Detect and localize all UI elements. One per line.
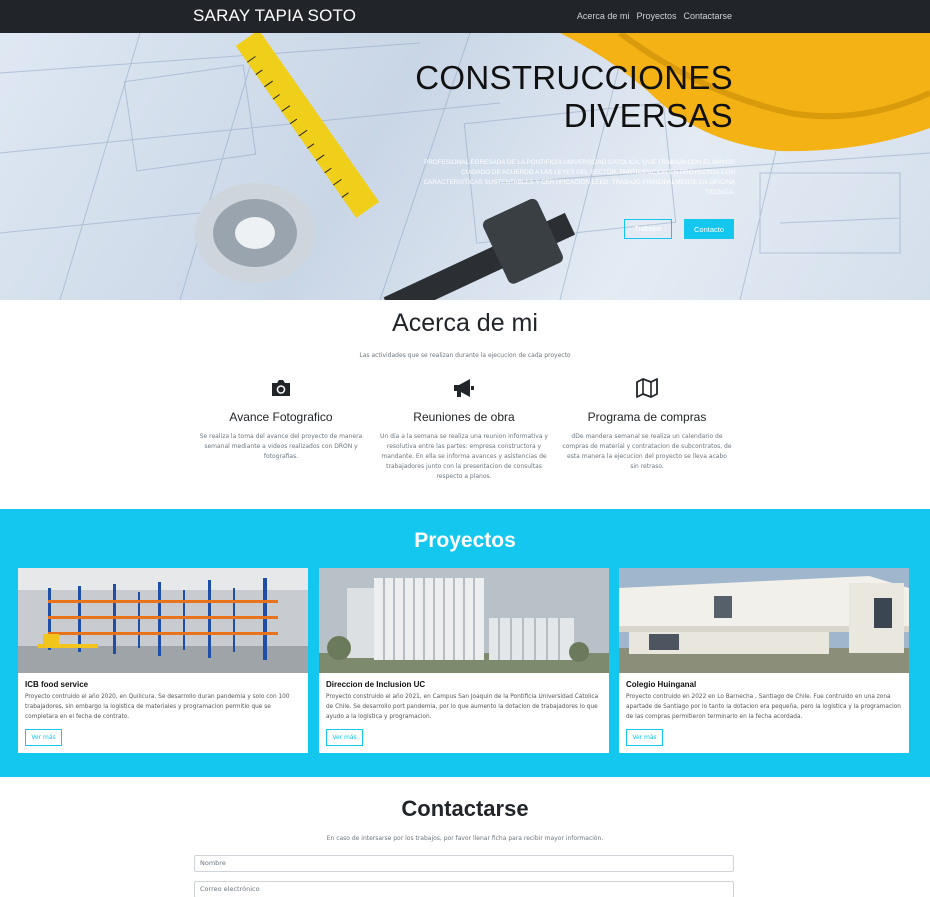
hero-title-line2: DIVERSAS — [563, 97, 733, 134]
project-text: Proyecto contruido el año 2020, en Quili… — [25, 694, 290, 720]
project-image-school — [619, 568, 909, 673]
feature-text: Se realiza la toma del avance del proyec… — [199, 433, 363, 460]
feature-text: dDe mandera semanal se realiza un calend… — [562, 433, 732, 470]
projects-title: Proyectos — [414, 529, 516, 552]
ver-mas-button[interactable]: Ver más — [326, 729, 363, 746]
feature-title: Programa de compras — [587, 410, 707, 424]
project-title: Direccion de Inclusion UC — [326, 680, 426, 689]
ver-mas-button[interactable]: Ver más — [25, 729, 62, 746]
about-subtitle: Las actividades que se realizan durante … — [359, 352, 571, 359]
project-image-building — [319, 568, 609, 673]
project-card-icb: ICB food service Proyecto contruido el a… — [18, 568, 308, 753]
hero-section: CONSTRUCCIONES DIVERSAS PROFESIONAL EGRE… — [0, 33, 930, 300]
map-icon — [557, 377, 737, 399]
contact-subtitle: En caso de intersarse por los trabajos, … — [326, 835, 604, 842]
feature-title: Reuniones de obra — [413, 410, 515, 424]
contacto-button[interactable]: Contacto — [684, 219, 734, 239]
brand-logo[interactable]: SARAY TAPIA SOTO — [193, 6, 356, 26]
camera-icon — [191, 377, 371, 399]
project-title: Colegio Huinganal — [626, 680, 697, 689]
navbar: SARAY TAPIA SOTO Acerca de mi Proyectos … — [0, 0, 930, 33]
trabajos-button[interactable]: Trabajos — [624, 219, 672, 239]
contact-title: Contactarse — [401, 796, 529, 821]
name-field[interactable]: Nombre — [194, 855, 734, 872]
project-title: ICB food service — [25, 680, 89, 689]
hero-title: CONSTRUCCIONES DIVERSAS — [415, 59, 733, 135]
feature-compras: Programa de compras dDe mandera semanal … — [557, 377, 737, 472]
project-card-huinganal: Colegio Huinganal Proyecto contruido en … — [619, 568, 909, 753]
feature-reuniones: Reuniones de obra Un dia a la semana se … — [374, 377, 554, 482]
project-text: Proyecto contruido en 2022 en Lo Barnech… — [626, 694, 901, 720]
email-field[interactable]: Correo electrónico — [194, 881, 734, 897]
hero-title-line1: CONSTRUCCIONES — [415, 59, 733, 96]
ver-mas-button[interactable]: Ver más — [626, 729, 663, 746]
nav-link-contactarse[interactable]: Contactarse — [683, 11, 732, 21]
projects-section: Proyectos ICB food service Proyecto cont… — [0, 509, 930, 777]
project-text: Proyecto construido el año 2021, en Camp… — [326, 694, 599, 720]
hero-description: PROFESIONAL EGRESADA DE LA PONTIFICIA UN… — [423, 159, 735, 196]
about-title: Acerca de mi — [392, 309, 538, 337]
nav-link-acerca[interactable]: Acerca de mi — [577, 11, 630, 21]
feature-text: Un dia a la semana se realiza una reunio… — [380, 433, 548, 480]
nav-links: Acerca de mi Proyectos Contactarse — [577, 11, 732, 21]
feature-avance: Avance Fotografico Se realiza la toma de… — [191, 377, 371, 462]
megaphone-icon — [374, 377, 554, 399]
nav-link-proyectos[interactable]: Proyectos — [636, 11, 676, 21]
project-card-inclusion: Direccion de Inclusion UC Proyecto const… — [319, 568, 609, 753]
project-image-warehouse — [18, 568, 308, 673]
feature-title: Avance Fotografico — [229, 410, 333, 424]
